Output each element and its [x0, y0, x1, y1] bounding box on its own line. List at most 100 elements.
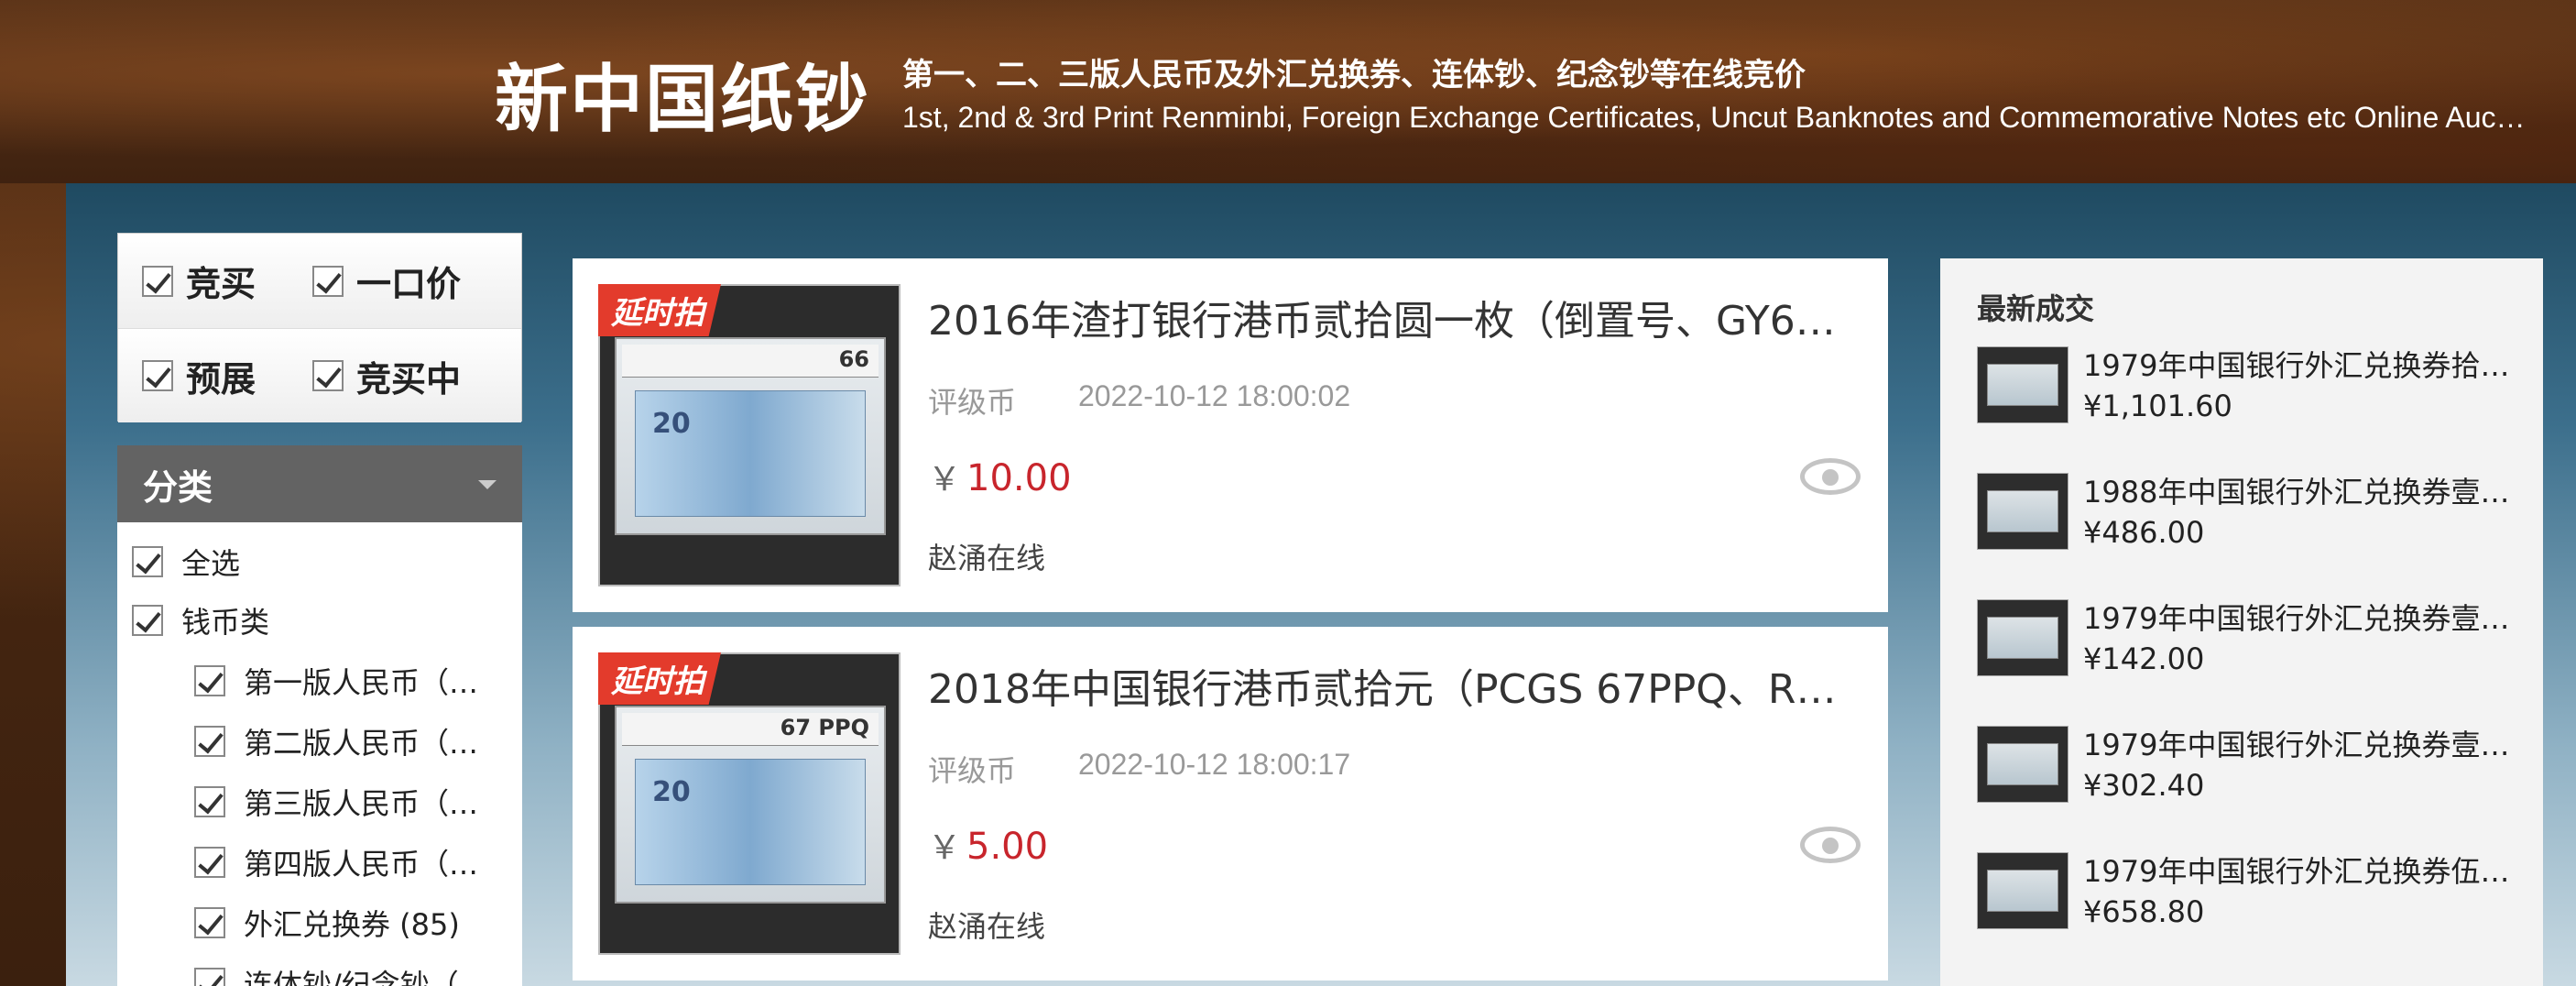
checkbox-checked-icon[interactable] [312, 360, 344, 391]
category-item-coins[interactable]: 钱币类 [132, 599, 269, 641]
delayed-auction-badge: 延时拍 [598, 652, 721, 705]
currency-symbol: ￥ [928, 829, 962, 867]
lot-end-time: 2022-10-12 18:00:02 [1078, 379, 1351, 412]
status-filter-box: 竞买 一口价 预展 竞买中 [117, 233, 522, 422]
category-item-label: 钱币类 [181, 605, 270, 640]
banknote-slab-image: 66 20 [615, 337, 886, 535]
site-subtitle-en: 1st, 2nd & 3rd Print Renminbi, Foreign E… [902, 101, 2533, 134]
checkbox-checked-icon[interactable] [312, 265, 344, 297]
deal-thumbnail[interactable] [1977, 599, 2068, 676]
site-title: 新中国纸钞 [495, 57, 870, 142]
lot-seller: 赵涌在线 [928, 909, 1046, 944]
filter-label: 一口价 [356, 264, 462, 304]
deal-item[interactable]: 1979年中国银行外汇兑换券拾… ¥1,101.60 [1977, 346, 2527, 438]
checkbox-checked-icon[interactable] [194, 786, 225, 817]
deal-name[interactable]: 1979年中国银行外汇兑换券伍… [2083, 849, 2527, 891]
checkbox-checked-icon[interactable] [142, 360, 173, 391]
filter-bidding[interactable]: 竞买中 [312, 351, 483, 401]
chevron-down-icon[interactable] [478, 480, 497, 489]
lot-end-time: 2022-10-12 18:00:17 [1078, 748, 1351, 781]
banknote: 20 [635, 759, 866, 885]
slab-label: 66 [622, 345, 879, 378]
deal-thumbnail[interactable] [1977, 473, 2068, 550]
category-item-fec[interactable]: 外汇兑换券 (85) [194, 902, 460, 944]
category-item-rmb-4[interactable]: 第四版人民币（… [194, 841, 478, 883]
eye-icon[interactable] [1800, 458, 1861, 495]
checkbox-checked-icon[interactable] [194, 665, 225, 696]
deal-thumbnail-image [1987, 870, 2058, 912]
deal-thumbnail[interactable] [1977, 852, 2068, 929]
checkbox-checked-icon[interactable] [132, 605, 163, 636]
deal-price: ¥302.40 [2083, 768, 2205, 803]
category-item-label: 连体钞/纪念钞（… [244, 968, 488, 986]
deal-thumbnail-image [1987, 364, 2058, 406]
checkbox-checked-icon[interactable] [194, 907, 225, 938]
lot-seller: 赵涌在线 [928, 541, 1046, 575]
delayed-auction-badge: 延时拍 [598, 284, 721, 336]
deal-thumbnail-image [1987, 617, 2058, 659]
slab-grade: 66 [838, 346, 869, 372]
latest-deals-panel: 最新成交 1979年中国银行外汇兑换券拾… ¥1,101.60 1988年中国银… [1940, 258, 2543, 986]
deal-item[interactable]: 1988年中国银行外汇兑换券壹… ¥486.00 [1977, 473, 2527, 564]
deal-price: ¥142.00 [2083, 641, 2205, 676]
deal-name[interactable]: 1979年中国银行外汇兑换券拾… [2083, 343, 2527, 385]
deal-name[interactable]: 1979年中国银行外汇兑换券壹… [2083, 722, 2527, 764]
eye-icon[interactable] [1800, 827, 1861, 863]
deal-price: ¥1,101.60 [2083, 389, 2232, 423]
category-item-label: 外汇兑换券 (85) [244, 907, 460, 942]
category-item-label: 第一版人民币（… [244, 665, 479, 700]
filter-bid[interactable]: 竞买 [142, 256, 312, 306]
category-item-rmb-2[interactable]: 第二版人民币（… [194, 720, 478, 762]
deal-name[interactable]: 1979年中国银行外汇兑换券壹… [2083, 596, 2527, 638]
banknote-slab-image: 67 PPQ 20 [615, 706, 886, 904]
banknote: 20 [635, 390, 866, 517]
deal-price: ¥486.00 [2083, 515, 2205, 550]
deal-price: ¥658.80 [2083, 894, 2205, 929]
deal-thumbnail-image [1987, 743, 2058, 785]
checkbox-checked-icon[interactable] [132, 546, 163, 577]
category-header[interactable]: 分类 [117, 445, 522, 522]
checkbox-checked-icon[interactable] [194, 726, 225, 757]
lot-type: 评级币 [928, 385, 1017, 420]
category-item-label: 全选 [181, 546, 241, 581]
lot-card[interactable]: 66 20 延时拍 2016年渣打银行港币贰拾圆一枚（倒置号、GY6… 评级币 … [573, 258, 1888, 612]
filter-label: 竞买 [186, 264, 257, 304]
category-item-rmb-1[interactable]: 第一版人民币（… [194, 660, 478, 702]
filter-preview[interactable]: 预展 [142, 351, 312, 401]
category-item-label: 第三版人民币（… [244, 786, 479, 821]
filter-row: 竞买 一口价 [118, 234, 521, 328]
category-item-uncut[interactable]: 连体钞/纪念钞（… [194, 962, 488, 986]
currency-symbol: ￥ [928, 461, 962, 498]
lot-type: 评级币 [928, 753, 1017, 788]
price-value: 10.00 [966, 457, 1072, 499]
lot-card[interactable]: 67 PPQ 20 延时拍 2018年中国银行港币贰拾元（PCGS 67PPQ、… [573, 627, 1888, 981]
lot-title[interactable]: 2016年渣打银行港币贰拾圆一枚（倒置号、GY6… [928, 288, 1872, 346]
filter-label: 竞买中 [356, 358, 462, 400]
slab-grade: 67 PPQ [780, 715, 869, 740]
deal-name[interactable]: 1988年中国银行外汇兑换券壹… [2083, 469, 2527, 511]
checkbox-checked-icon[interactable] [142, 265, 173, 297]
deal-thumbnail-image [1987, 490, 2058, 532]
category-list: 全选 钱币类 第一版人民币（… 第二版人民币（… 第三版人民币（… 第四版人民币… [117, 522, 522, 986]
deal-thumbnail[interactable] [1977, 346, 2068, 423]
checkbox-checked-icon[interactable] [194, 968, 225, 986]
category-item-label: 第四版人民币（… [244, 847, 479, 882]
slab-label: 67 PPQ [622, 713, 879, 746]
lot-price: ￥ 10.00 [928, 453, 1072, 500]
deal-item[interactable]: 1979年中国银行外汇兑换券壹… ¥302.40 [1977, 726, 2527, 817]
filter-row: 预展 竞买中 [118, 328, 521, 422]
category-item-all[interactable]: 全选 [132, 541, 240, 583]
deal-thumbnail[interactable] [1977, 726, 2068, 803]
checkbox-checked-icon[interactable] [194, 847, 225, 878]
category-item-rmb-3[interactable]: 第三版人民币（… [194, 781, 478, 823]
deal-item[interactable]: 1979年中国银行外汇兑换券伍… ¥658.80 [1977, 852, 2527, 944]
price-value: 5.00 [966, 826, 1049, 868]
lot-price: ￥ 5.00 [928, 821, 1048, 869]
deal-item[interactable]: 1979年中国银行外汇兑换券壹… ¥142.00 [1977, 599, 2527, 691]
filter-fixed-price[interactable]: 一口价 [312, 256, 483, 306]
lot-title[interactable]: 2018年中国银行港币贰拾元（PCGS 67PPQ、R… [928, 656, 1872, 715]
note-value: 20 [652, 776, 691, 808]
filter-label: 预展 [186, 358, 257, 400]
category-item-label: 第二版人民币（… [244, 726, 479, 761]
note-value: 20 [652, 408, 691, 440]
